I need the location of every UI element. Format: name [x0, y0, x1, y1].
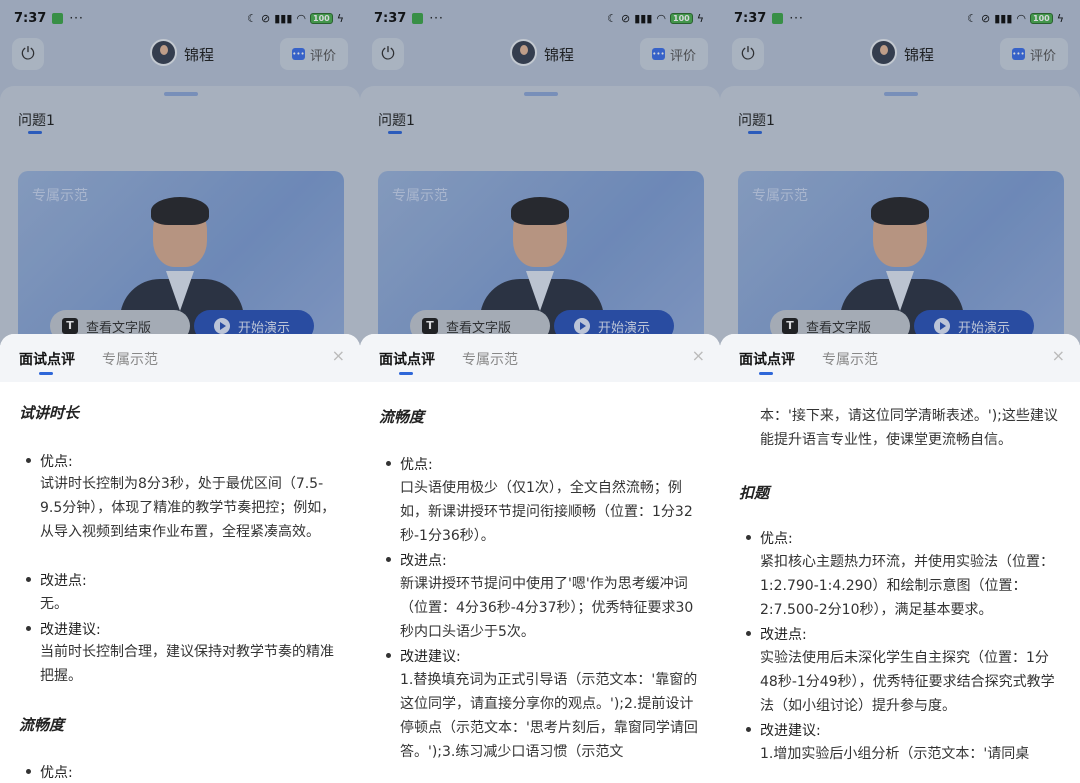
tab-interview-review[interactable]: 面试点评 [379, 349, 435, 369]
bullet-text: 本：'接下来，请这位同学清晰表述。');这些建议能提升语言专业性，使课堂更流畅自… [760, 408, 1058, 448]
bullet-text: 试讲时长控制为8分3秒，处于最优区间（7.5-9.5分钟），体现了精准的教学节奏… [40, 476, 336, 540]
close-icon[interactable]: × [1052, 346, 1065, 365]
bottom-sheet: 面试点评 专属示范 × 流畅度 优点: 口头语使用极少（仅1次），全文自然流畅；… [360, 334, 720, 783]
bottom-sheet: 面试点评 专属示范 × 本：'接下来，请这位同学清晰表述。');这些建议能提升语… [720, 334, 1080, 783]
section-title: 试讲时长 [19, 404, 80, 422]
bullet-text: 无。 [40, 596, 68, 612]
section-title: 流畅度 [379, 408, 425, 426]
tab-exclusive-demo[interactable]: 专属示范 [102, 349, 158, 369]
bullet-label: 优点: [26, 762, 73, 782]
bullet-text: 1.增加实验后小组分析（示范文本：'请同桌 [760, 746, 1030, 762]
bullet-text: 紧扣核心主题热力环流，并使用实验法（位置：1:2.790-1:4.290）和绘制… [760, 554, 1054, 618]
section-title: 流畅度 [19, 716, 65, 734]
tab-indicator [759, 372, 773, 375]
screen-2: 7:37 ··· ☾ ⊘ ▮▮▮ ◠ 100 ϟ ⏻ 锦程 ••• 评价 问题1 … [360, 0, 720, 783]
tab-indicator [39, 372, 53, 375]
screen-3: 7:37 ··· ☾ ⊘ ▮▮▮ ◠ 100 ϟ ⏻ 锦程 ••• 评价 问题1 … [720, 0, 1080, 783]
tab-exclusive-demo[interactable]: 专属示范 [822, 349, 878, 369]
sheet-tabs: 面试点评 专属示范 × [0, 334, 360, 382]
overlay [360, 0, 720, 345]
bullet-text: 当前时长控制合理，建议保持对教学节奏的精准把握。 [40, 644, 334, 684]
overlay [0, 0, 360, 345]
overlay [720, 0, 1080, 345]
bullet-text: 口头语使用极少（仅1次），全文自然流畅；例如，新课讲授环节提问衔接顺畅（位置：1… [400, 480, 693, 544]
sheet-tabs: 面试点评 专属示范 × [720, 334, 1080, 382]
bullet-label: 优点: [746, 528, 793, 548]
bullet-label: 改进点: [386, 550, 447, 570]
tab-indicator [399, 372, 413, 375]
bullet-label: 改进点: [746, 624, 807, 644]
bullet-label: 改进建议: [26, 619, 101, 639]
review-content[interactable]: 流畅度 优点: 口头语使用极少（仅1次），全文自然流畅；例如，新课讲授环节提问衔… [360, 384, 720, 783]
review-content[interactable]: 本：'接下来，请这位同学清晰表述。');这些建议能提升语言专业性，使课堂更流畅自… [720, 384, 1080, 783]
sheet-tabs: 面试点评 专属示范 × [360, 334, 720, 382]
bullet-text: 1.替换填充词为正式引导语（示范文本：'靠窗的这位同学，请直接分享你的观点。')… [400, 672, 698, 760]
tab-exclusive-demo[interactable]: 专属示范 [462, 349, 518, 369]
screen-1: 7:37 ··· ☾ ⊘ ▮▮▮ ◠ 100 ϟ ⏻ 锦程 ••• 评价 问题1 … [0, 0, 360, 783]
bullet-text: 实验法使用后未深化学生自主探究（位置：1分48秒-1分49秒），优秀特征要求结合… [760, 650, 1055, 714]
bullet-label: 改进建议: [746, 720, 821, 740]
bullet-label: 优点: [386, 454, 433, 474]
tab-interview-review[interactable]: 面试点评 [739, 349, 795, 369]
bullet-label: 改进建议: [386, 646, 461, 666]
bullet-label: 优点: [26, 451, 73, 471]
tab-interview-review[interactable]: 面试点评 [19, 349, 75, 369]
section-title: 扣题 [739, 484, 770, 502]
bullet-text: 新课讲授环节提问中使用了'嗯'作为思考缓冲词（位置：4分36秒-4分37秒）；优… [400, 576, 694, 640]
bullet-label: 改进点: [26, 570, 87, 590]
close-icon[interactable]: × [692, 346, 705, 365]
bottom-sheet: 面试点评 专属示范 × 试讲时长 优点: 试讲时长控制为8分3秒，处于最优区间（… [0, 334, 360, 783]
close-icon[interactable]: × [332, 346, 345, 365]
review-content[interactable]: 试讲时长 优点: 试讲时长控制为8分3秒，处于最优区间（7.5-9.5分钟），体… [0, 384, 360, 783]
